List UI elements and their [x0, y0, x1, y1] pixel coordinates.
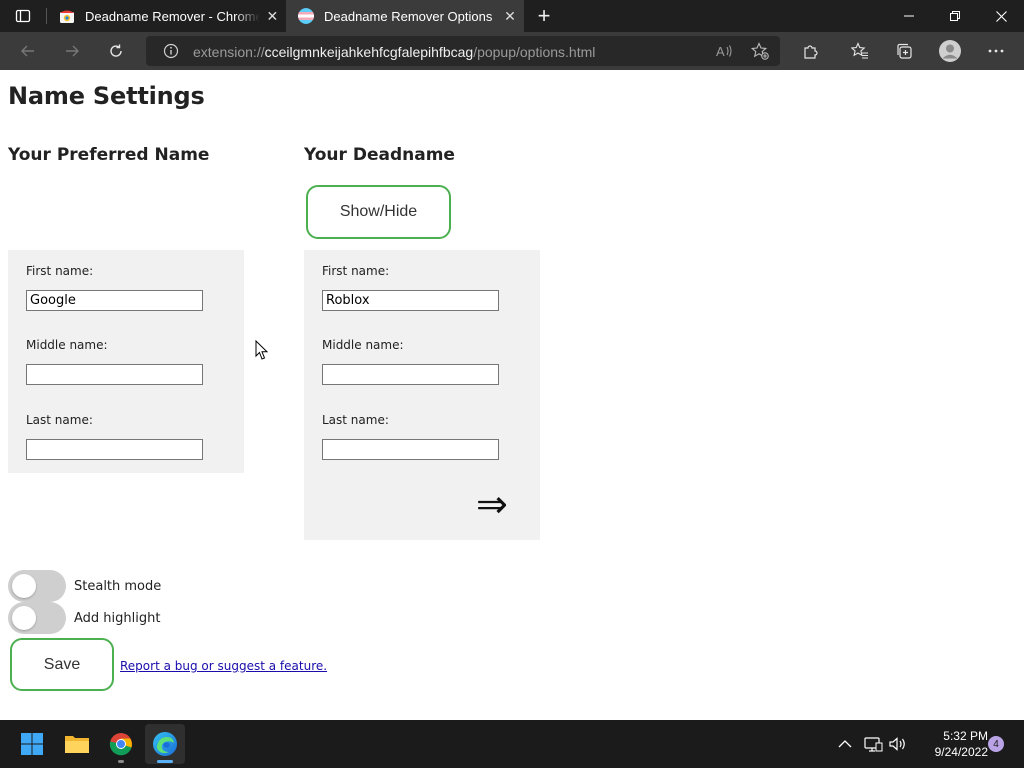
volume-button[interactable]: [888, 720, 908, 768]
tab-actions-icon: [15, 9, 31, 23]
clock-date: 9/24/2022: [934, 745, 988, 759]
stealth-mode-label: Stealth mode: [74, 579, 162, 594]
browser-tab-strip: Deadname Remover - Chrome W ✕ Deadname R…: [0, 0, 1024, 32]
taskbar-edge[interactable]: [145, 724, 185, 764]
preferred-last-name-label: Last name:: [26, 413, 93, 427]
preferred-middle-name-label: Middle name:: [26, 338, 108, 352]
tab-actions-button[interactable]: [0, 0, 46, 32]
chrome-icon: [109, 733, 132, 756]
clock-time: 5:32 PM: [943, 729, 988, 743]
star-add-icon: [751, 42, 769, 60]
refresh-icon: [110, 44, 122, 57]
file-explorer-icon: [65, 736, 89, 753]
url-path: /popup/options.html: [473, 44, 596, 60]
trans-flag-icon: [298, 8, 314, 24]
deadname-heading: Your Deadname: [304, 145, 455, 165]
minimize-button[interactable]: [886, 0, 932, 32]
tab-title: Deadname Remover - Chrome W: [85, 8, 260, 24]
deadname-middle-name-label: Middle name:: [322, 338, 404, 352]
url-scheme: extension://: [193, 44, 265, 60]
chevron-up-icon: [838, 740, 852, 748]
windows-taskbar: 5:32 PM 9/24/2022: [0, 720, 1024, 768]
back-button[interactable]: [13, 36, 43, 66]
address-url[interactable]: extension://cceilgmnkeijahkehfcgfalepihf…: [193, 44, 595, 60]
network-icon: [864, 737, 883, 752]
read-aloud-icon: A: [716, 44, 732, 59]
chrome-web-store-icon: [59, 8, 75, 24]
taskbar-file-explorer[interactable]: [57, 724, 97, 764]
collections-button[interactable]: [889, 36, 919, 66]
edge-icon: [153, 732, 177, 756]
favorites-button[interactable]: [845, 36, 875, 66]
read-aloud-button[interactable]: A: [709, 36, 739, 66]
back-arrow-icon: [21, 45, 34, 57]
tab-title: Deadname Remover Options: [324, 8, 493, 24]
collections-icon: [897, 43, 912, 59]
deadname-last-name-input[interactable]: [322, 439, 499, 460]
active-indicator: [157, 760, 173, 763]
deadname-last-name-label: Last name:: [322, 413, 389, 427]
minimize-icon: [904, 15, 914, 17]
favorites-icon: [851, 42, 868, 59]
plus-icon: +: [537, 3, 551, 28]
save-button[interactable]: Save: [10, 638, 114, 691]
add-highlight-label: Add highlight: [74, 611, 161, 626]
mouse-cursor-icon: [255, 340, 269, 360]
show-hidden-icons-button[interactable]: [836, 720, 854, 768]
close-tab-icon[interactable]: ✕: [260, 2, 285, 30]
preferred-middle-name-input[interactable]: [26, 364, 203, 385]
forward-arrow-icon: [66, 45, 79, 57]
site-info-button[interactable]: [156, 36, 186, 66]
restore-button[interactable]: [932, 0, 978, 32]
tab-chrome-web-store[interactable]: Deadname Remover - Chrome W ✕: [47, 0, 285, 32]
close-tab-icon[interactable]: ✕: [496, 2, 524, 30]
taskbar-chrome[interactable]: [101, 724, 141, 764]
forward-button[interactable]: [57, 36, 87, 66]
running-indicator: [118, 760, 124, 763]
system-clock[interactable]: 5:32 PM 9/24/2022: [910, 728, 988, 760]
preferred-last-name-input[interactable]: [26, 439, 203, 460]
deadname-first-name-input[interactable]: Roblox: [322, 290, 499, 311]
start-button[interactable]: [12, 724, 52, 764]
close-icon: [995, 10, 1007, 22]
refresh-button[interactable]: [101, 36, 131, 66]
preferred-name-heading: Your Preferred Name: [8, 145, 210, 165]
info-icon: [163, 43, 179, 59]
avatar-icon: [939, 40, 961, 62]
profile-button[interactable]: [935, 36, 965, 66]
close-window-button[interactable]: [978, 0, 1024, 32]
options-page: Name Settings Your Preferred Name Your D…: [0, 70, 1024, 720]
new-tab-button[interactable]: +: [530, 2, 558, 30]
notification-badge[interactable]: 4: [988, 736, 1004, 752]
page-title: Name Settings: [8, 82, 205, 110]
settings-menu-button[interactable]: [981, 36, 1011, 66]
deadname-first-name-label: First name:: [322, 264, 390, 278]
url-host: cceilgmnkeijahkehfcgfalepihfbcag: [264, 44, 474, 60]
speaker-icon: [889, 737, 905, 751]
add-highlight-toggle[interactable]: [8, 602, 66, 634]
network-button[interactable]: [863, 720, 883, 768]
add-favorite-button[interactable]: [745, 36, 775, 66]
preferred-first-name-label: First name:: [26, 264, 94, 278]
next-arrow-icon[interactable]: ⇒: [476, 484, 508, 524]
report-bug-link[interactable]: Report a bug or suggest a feature.: [120, 659, 327, 673]
toggle-knob: [12, 606, 36, 630]
toggle-knob: [12, 574, 36, 598]
show-hide-button[interactable]: Show/Hide: [306, 185, 451, 239]
more-icon: [988, 49, 1004, 53]
preferred-first-name-input[interactable]: Google: [26, 290, 203, 311]
stealth-mode-toggle[interactable]: [8, 570, 66, 602]
extensions-button[interactable]: [796, 36, 826, 66]
deadname-middle-name-input[interactable]: [322, 364, 499, 385]
tab-deadname-remover-options[interactable]: Deadname Remover Options ✕: [286, 0, 524, 32]
start-icon: [21, 733, 43, 755]
puzzle-icon: [804, 45, 818, 59]
svg-text:A: A: [716, 44, 725, 59]
restore-icon: [950, 11, 960, 21]
